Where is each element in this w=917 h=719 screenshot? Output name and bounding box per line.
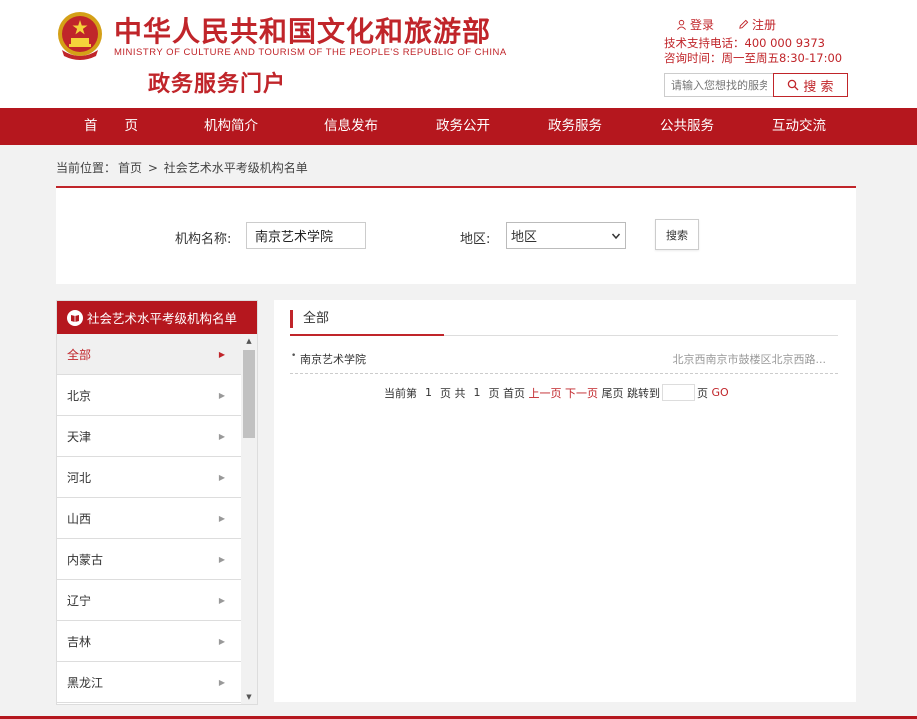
caret-right-icon: ▶ bbox=[218, 513, 225, 523]
site-search-label: 搜 索 bbox=[803, 79, 834, 95]
nav-home[interactable]: 首 页 bbox=[84, 108, 138, 145]
sidebar-item-label: 黑龙江 bbox=[67, 675, 104, 690]
support-phone: 技术支持电话：400 000 9373 bbox=[664, 36, 825, 50]
sidebar-item-label: 全部 bbox=[67, 347, 92, 362]
chevron-down-icon bbox=[611, 233, 621, 239]
sidebar-item-beijing[interactable]: 北京 ▶ bbox=[57, 375, 241, 416]
main-nav: 首 页 机构简介 信息发布 政务公开 政务服务 公共服务 互动交流 bbox=[0, 108, 917, 145]
caret-right-icon: ▶ bbox=[218, 472, 225, 482]
results-title: 全部 bbox=[290, 310, 329, 328]
table-row: 南京艺术学院 北京西南京市鼓楼区北京西路... bbox=[290, 347, 838, 374]
results-panel: 全部 南京艺术学院 北京西南京市鼓楼区北京西路... 当前第 1 页 共 1 页… bbox=[274, 300, 856, 702]
pager-total-prefix: 页 共 bbox=[440, 386, 466, 400]
breadcrumb-home[interactable]: 首页 bbox=[118, 161, 142, 175]
caret-right-icon: ▶ bbox=[218, 390, 225, 400]
region-sidebar: 社会艺术水平考级机构名单 全部 ▶ 北京 ▶ 天津 ▶ 河北 ▶ 山西 ▶ 内蒙古 ▶ 辽宁… bbox=[56, 300, 258, 705]
sidebar-header: 社会艺术水平考级机构名单 bbox=[57, 301, 257, 334]
support-hours: 咨询时间：周一至周五8:30-17:00 bbox=[664, 51, 843, 65]
register-label: 注册 bbox=[752, 18, 777, 32]
search-icon bbox=[788, 79, 799, 91]
region-select[interactable]: 地区 bbox=[506, 222, 626, 249]
site-title: 中华人民共和国文化和旅游部 bbox=[114, 15, 492, 48]
login-link[interactable]: 登录 bbox=[676, 16, 714, 33]
caret-right-icon: ▶ bbox=[218, 554, 225, 564]
breadcrumb: 当前位置： 首页 > 社会艺术水平考级机构名单 bbox=[56, 159, 310, 176]
scrollbar-thumb[interactable] bbox=[243, 350, 255, 438]
sidebar-item-inner-mongolia[interactable]: 内蒙古 ▶ bbox=[57, 539, 241, 580]
pager-first[interactable]: 首页 bbox=[503, 385, 525, 401]
filter-search-button[interactable]: 搜索 bbox=[655, 219, 699, 250]
sidebar-item-label: 天津 bbox=[67, 429, 92, 444]
title-underline bbox=[290, 334, 444, 336]
scroll-down-icon[interactable]: ▼ bbox=[241, 690, 257, 704]
region-list: 全部 ▶ 北京 ▶ 天津 ▶ 河北 ▶ 山西 ▶ 内蒙古 ▶ 辽宁 ▶ 吉林 ▶ 黑龙江 ▶ bbox=[57, 334, 241, 703]
breadcrumb-current: 社会艺术水平考级机构名单 bbox=[163, 161, 308, 175]
sidebar-item-label: 辽宁 bbox=[67, 593, 92, 608]
nav-public-services[interactable]: 公共服务 bbox=[660, 108, 714, 145]
sidebar-scrollbar[interactable]: ▲ ▼ bbox=[241, 334, 257, 704]
book-icon bbox=[67, 309, 83, 326]
pager-go-button[interactable]: GO bbox=[712, 386, 729, 399]
region-label: 地区: bbox=[460, 232, 491, 247]
sidebar-item-label: 山西 bbox=[67, 511, 92, 526]
sidebar-item-label: 河北 bbox=[67, 470, 92, 485]
pencil-icon bbox=[739, 19, 749, 29]
nav-interaction[interactable]: 互动交流 bbox=[772, 108, 826, 145]
sidebar-item-tianjin[interactable]: 天津 ▶ bbox=[57, 416, 241, 457]
national-emblem-icon bbox=[56, 10, 104, 60]
caret-right-icon: ▶ bbox=[218, 431, 225, 441]
account-links: 登录 注册 bbox=[676, 16, 776, 33]
user-icon bbox=[677, 19, 686, 30]
sidebar-item-label: 吉林 bbox=[67, 634, 92, 649]
result-address: 北京西南京市鼓楼区北京西路... bbox=[672, 353, 827, 366]
scroll-up-icon[interactable]: ▲ bbox=[241, 334, 257, 348]
caret-right-icon: ▶ bbox=[218, 677, 225, 687]
org-name-input[interactable] bbox=[246, 222, 366, 249]
pager-jump-label: 跳转到 bbox=[627, 386, 660, 400]
sidebar-title: 社会艺术水平考级机构名单 bbox=[87, 311, 238, 326]
sidebar-item-heilongjiang[interactable]: 黑龙江 ▶ bbox=[57, 662, 241, 703]
sidebar-item-label: 内蒙古 bbox=[67, 552, 104, 567]
nav-services[interactable]: 政务服务 bbox=[548, 108, 602, 145]
sidebar-item-hebei[interactable]: 河北 ▶ bbox=[57, 457, 241, 498]
pager-last[interactable]: 尾页 bbox=[602, 385, 624, 401]
nav-about[interactable]: 机构简介 bbox=[204, 108, 258, 145]
result-name-link[interactable]: 南京艺术学院 bbox=[291, 351, 366, 367]
pager-next[interactable]: 下一页 bbox=[565, 385, 598, 401]
pager-current-prefix: 当前第 bbox=[384, 386, 417, 400]
sidebar-item-jilin[interactable]: 吉林 ▶ bbox=[57, 621, 241, 662]
register-link[interactable]: 注册 bbox=[738, 16, 776, 33]
nav-disclosure[interactable]: 政务公开 bbox=[436, 108, 490, 145]
pager-total-suffix: 页 bbox=[488, 386, 500, 400]
pager-current-page: 1 bbox=[425, 386, 432, 399]
breadcrumb-separator: > bbox=[147, 161, 158, 175]
pager-jump-suffix: 页 bbox=[697, 386, 708, 400]
portal-title: 政务服务门户 bbox=[148, 72, 287, 97]
caret-right-icon: ▶ bbox=[218, 595, 225, 605]
pager-total-pages: 1 bbox=[473, 386, 481, 399]
pager-jump-input[interactable] bbox=[662, 384, 695, 401]
region-select-value: 地区 bbox=[511, 230, 538, 245]
login-label: 登录 bbox=[690, 18, 715, 32]
caret-right-icon: ▶ bbox=[218, 636, 225, 646]
sidebar-item-label: 北京 bbox=[67, 388, 92, 403]
site-search-input[interactable] bbox=[664, 73, 774, 97]
sidebar-item-shanxi[interactable]: 山西 ▶ bbox=[57, 498, 241, 539]
caret-right-icon: ▶ bbox=[218, 349, 225, 359]
support-info: 技术支持电话：400 000 9373 咨询时间：周一至周五8:30-17:00 bbox=[664, 36, 842, 66]
org-name-label: 机构名称: bbox=[175, 232, 232, 247]
site-search-button[interactable]: 搜 索 bbox=[773, 73, 848, 97]
site-header: 中华人民共和国文化和旅游部 MINISTRY OF CULTURE AND TO… bbox=[0, 0, 917, 108]
breadcrumb-label: 当前位置： bbox=[56, 161, 117, 175]
nav-news[interactable]: 信息发布 bbox=[324, 108, 378, 145]
sidebar-item-all[interactable]: 全部 ▶ bbox=[57, 334, 241, 375]
site-title-english: MINISTRY OF CULTURE AND TOURISM OF THE P… bbox=[114, 47, 507, 58]
pagination: 当前第 1 页 共 1 页 首页 上一页 下一页 尾页 跳转到 页 GO bbox=[384, 384, 729, 401]
pager-prev[interactable]: 上一页 bbox=[529, 385, 562, 401]
sidebar-item-liaoning[interactable]: 辽宁 ▶ bbox=[57, 580, 241, 621]
filter-panel: 机构名称: 地区: 地区 搜索 bbox=[56, 186, 856, 284]
